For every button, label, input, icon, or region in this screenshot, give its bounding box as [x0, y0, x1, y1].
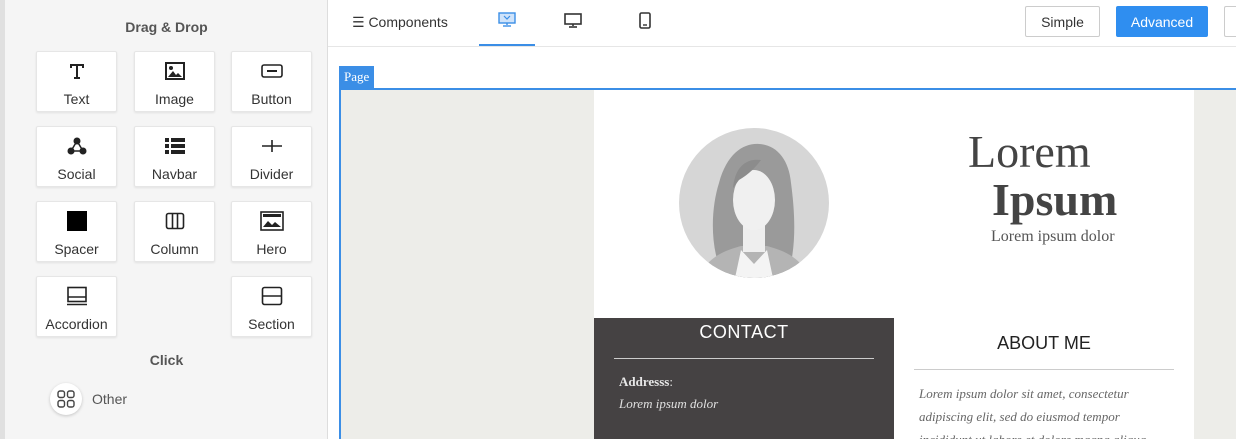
button-icon	[232, 60, 311, 82]
other-item[interactable]: Other	[50, 383, 127, 415]
other-label[interactable]: Other	[92, 391, 127, 407]
block-label: Button	[251, 91, 292, 107]
column-icon	[135, 210, 214, 232]
section-icon	[232, 285, 311, 307]
block-label: Image	[155, 91, 194, 107]
spacer-icon	[37, 210, 116, 232]
block-label: Divider	[249, 166, 294, 182]
drag-drop-heading: Drag & Drop	[125, 19, 208, 35]
blocks-sidebar: Drag & Drop Text Image Button Social Nav…	[0, 0, 328, 439]
divider-icon	[232, 135, 311, 157]
about-heading[interactable]: ABOUT ME	[914, 333, 1174, 354]
preview-desktop-icon	[498, 12, 516, 32]
block-accordion[interactable]: Accordion	[36, 276, 117, 337]
block-label: Text	[63, 91, 90, 107]
desktop-icon	[564, 13, 582, 33]
mobile-icon	[639, 12, 651, 34]
block-navbar[interactable]: Navbar	[134, 126, 215, 187]
block-hero[interactable]: Hero	[231, 201, 312, 262]
components-button[interactable]: ☰ Components	[352, 14, 448, 31]
block-button[interactable]: Button	[231, 51, 312, 112]
block-label: Section	[248, 316, 295, 332]
tab-mobile[interactable]	[617, 0, 673, 46]
hero-icon	[232, 210, 311, 232]
block-divider[interactable]: Divider	[231, 126, 312, 187]
page-tag[interactable]: Page	[339, 66, 375, 88]
click-heading: Click	[149, 352, 184, 368]
name-last[interactable]: Ipsum	[992, 174, 1117, 226]
block-column[interactable]: Column	[134, 201, 215, 262]
address-label-colon: :	[669, 374, 673, 389]
grid-icon[interactable]	[50, 383, 82, 415]
woman-silhouette-icon	[699, 143, 809, 278]
address-value[interactable]: Lorem ipsum dolor	[619, 396, 718, 412]
contact-section[interactable]: CONTACT Addresss: Lorem ipsum dolor	[594, 318, 894, 439]
navbar-icon	[135, 135, 214, 157]
block-label: Spacer	[54, 241, 99, 257]
block-spacer[interactable]: Spacer	[36, 201, 117, 262]
address-label-text: Addresss	[619, 374, 670, 389]
contact-heading[interactable]: CONTACT	[594, 322, 894, 343]
social-icon	[37, 135, 116, 157]
image-icon	[135, 60, 214, 82]
about-divider	[914, 369, 1174, 370]
name-first[interactable]: Lorem	[968, 126, 1091, 178]
block-section[interactable]: Section	[231, 276, 312, 337]
text-icon	[37, 60, 116, 82]
contact-divider	[614, 358, 874, 359]
simple-button[interactable]: Simple	[1025, 6, 1100, 37]
address-label[interactable]: Addresss:	[619, 374, 673, 390]
block-label: Navbar	[151, 166, 198, 182]
job-subtitle[interactable]: Lorem ipsum dolor	[991, 228, 1115, 246]
block-social[interactable]: Social	[36, 126, 117, 187]
about-paragraph[interactable]: Lorem ipsum dolor sit amet, consectetur …	[919, 382, 1169, 439]
block-label: Social	[57, 166, 96, 182]
page-frame[interactable]: Lorem Ipsum Lorem ipsum dolor CONTACT Ad…	[339, 88, 1236, 439]
profile-avatar[interactable]	[679, 128, 829, 278]
editor-canvas: Page Lorem Ipsum Lorem ipsum dolor CONTA…	[328, 47, 1236, 439]
top-toolbar: ☰ Components Simple Advanced	[328, 0, 1236, 47]
tab-desktop[interactable]	[545, 0, 601, 46]
accordion-icon	[37, 285, 116, 307]
block-image[interactable]: Image	[134, 51, 215, 112]
advanced-button[interactable]: Advanced	[1116, 6, 1208, 37]
overflow-button[interactable]	[1224, 6, 1236, 37]
tab-preview-desktop[interactable]	[479, 0, 535, 46]
block-text[interactable]: Text	[36, 51, 117, 112]
block-label: Accordion	[45, 316, 108, 332]
block-label: Hero	[256, 241, 287, 257]
resume-template[interactable]: Lorem Ipsum Lorem ipsum dolor CONTACT Ad…	[594, 90, 1194, 439]
block-label: Column	[150, 241, 199, 257]
